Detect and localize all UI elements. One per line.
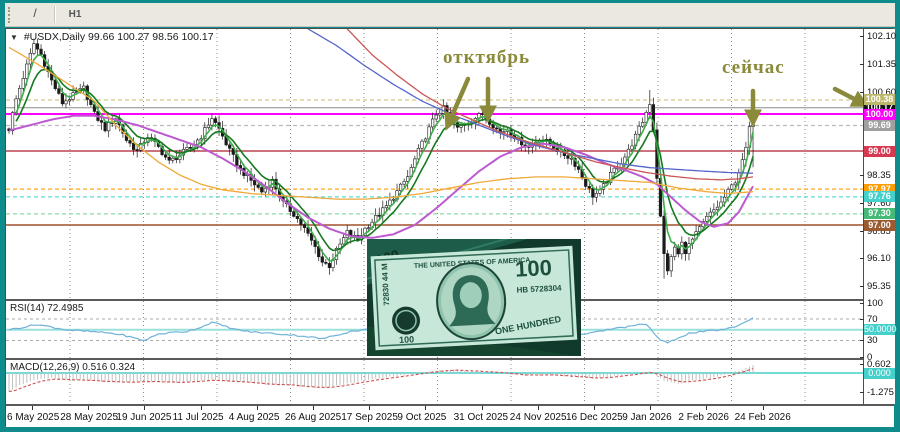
annotation-arrow-4 xyxy=(832,86,863,107)
macd-tick--1.275: -1.275 xyxy=(867,387,894,399)
chart-ohlc: 99.66 100.27 98.56 100.17 xyxy=(88,31,214,43)
annotation-october: отктябрь xyxy=(443,47,531,68)
toolbar: ↖+|—///FAT◆▾ M1M5M15M30H1H4D1W1MN xyxy=(5,2,895,125)
window-frame: ↖+|—///FAT◆▾ M1M5M15M30H1H4D1W1MN ▼ #USD… xyxy=(0,0,900,432)
date-label: 31 Oct 2025 xyxy=(453,412,509,423)
date-label: 16 Dec 2025 xyxy=(566,412,623,423)
annotation-now: сейчас xyxy=(722,57,785,78)
price-badge-97.76: 97.76 xyxy=(864,191,895,203)
price-badge-97.00: 97.00 xyxy=(864,219,895,231)
bill-denomination: 100 xyxy=(514,255,552,282)
rsi-tick-100: 100 xyxy=(867,298,883,309)
chart-window: ▼ #USDX,Daily 99.66 100.27 98.56 100.17 … xyxy=(5,28,897,427)
annotation-arrow-1 xyxy=(444,76,471,131)
date-label: 9 Jan 2026 xyxy=(622,412,672,423)
date-label: 11 Jul 2025 xyxy=(172,412,224,423)
toolbar-grip[interactable] xyxy=(8,6,16,23)
date-label: 4 Aug 2025 xyxy=(228,412,280,423)
price-axis[interactable]: 102.10 101.35 100.60 98.35 97.60 96.85 96.10 95… xyxy=(860,29,897,404)
price-tick-101.35: 101.35 xyxy=(867,59,897,71)
dollar-bill-image: 100 THE UNITED STATES OF AMERICA 100 HB … xyxy=(367,239,581,356)
toolbar-separator xyxy=(54,6,56,23)
price-tick-98.35: 98.35 xyxy=(867,170,891,182)
date-label: 6 May 2025 xyxy=(7,412,60,423)
date-axis[interactable]: 6 May 2025 28 May 2025 19 Jun 2025 11 Jul 2… xyxy=(6,406,894,427)
ema-slow-green xyxy=(15,68,754,252)
rsi-label: RSI(14) 72.4985 xyxy=(10,303,84,314)
price-badge-97.30: 97.30 xyxy=(864,208,895,220)
ema-fast-green xyxy=(15,54,754,262)
price-tick-102.10: 102.10 xyxy=(867,31,897,43)
price-badge-100.38: 100.38 xyxy=(864,94,895,106)
rsi-tick-30: 30 xyxy=(867,335,878,347)
date-label: 9 Oct 2025 xyxy=(397,412,447,423)
date-label: 19 Jun 2025 xyxy=(116,412,172,423)
date-label: 28 May 2025 xyxy=(60,412,119,423)
bill-corner-100: 100 xyxy=(399,334,415,345)
date-label: 2 Feb 2026 xyxy=(678,412,729,423)
symbol-dropdown-icon[interactable]: ▼ xyxy=(10,33,18,42)
trendline-button[interactable]: / xyxy=(21,2,49,23)
price-tick-95.35: 95.35 xyxy=(867,281,891,293)
price-badge-99.00: 99.00 xyxy=(864,145,895,157)
date-label: 24 Feb 2026 xyxy=(734,412,791,423)
ma-long-red xyxy=(346,29,754,181)
macd-label: MACD(12,26,9) 0.516 0.324 xyxy=(10,362,136,373)
price-tick-96.10: 96.10 xyxy=(867,253,891,265)
macd-pane[interactable]: MACD(12,26,9) 0.516 0.324 xyxy=(6,360,863,404)
timeframe-h1-button[interactable]: H1 xyxy=(61,4,89,25)
price-badge-100.00: 100.00 xyxy=(864,108,895,120)
chart-symbol: #USDX,Daily xyxy=(23,31,86,43)
date-label: 24 Nov 2025 xyxy=(509,412,567,423)
date-label: 17 Sep 2025 xyxy=(341,412,398,423)
price-badge-99.69: 99.69 xyxy=(864,119,895,131)
date-label: 26 Aug 2025 xyxy=(285,412,342,423)
macd-badge-0.000: 0.000 xyxy=(864,367,895,379)
chart-title: ▼ #USDX,Daily 99.66 100.27 98.56 100.17 xyxy=(10,31,214,43)
rsi-badge-50.0000: 50.0000 xyxy=(864,324,897,336)
